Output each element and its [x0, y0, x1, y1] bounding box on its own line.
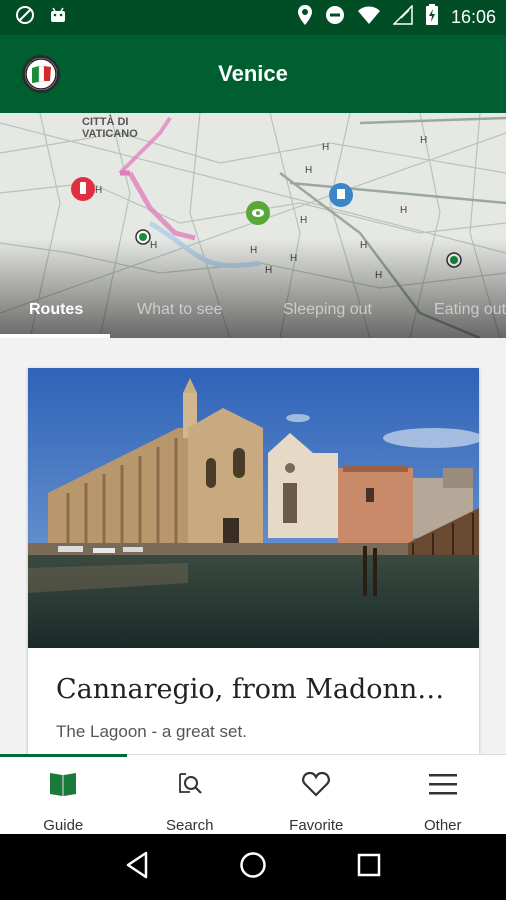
location-icon: [297, 4, 313, 31]
wifi-icon: [357, 5, 381, 30]
home-icon[interactable]: [239, 851, 267, 884]
svg-text:H: H: [322, 142, 329, 153]
bottom-navigation: Guide Search Favorite Other: [0, 754, 506, 834]
svg-text:H: H: [305, 165, 312, 176]
system-nav-bar: [0, 834, 506, 900]
nav-other[interactable]: Other: [380, 755, 506, 834]
back-icon[interactable]: [124, 851, 150, 884]
menu-icon: [428, 769, 458, 799]
content-area[interactable]: Cannaregio, from Madonna... The Lagoon -…: [0, 338, 506, 754]
city-map[interactable]: CITTÀ DI VATICANO HHHH HHHH HHHH: [0, 113, 506, 338]
svg-text:H: H: [300, 215, 307, 226]
nav-search[interactable]: Search: [127, 755, 254, 834]
no-sim-icon: [14, 4, 36, 31]
nav-other-label: Other: [423, 817, 462, 834]
route-card-title[interactable]: Cannaregio, from Madonna...: [56, 674, 456, 705]
sight-marker: [246, 201, 270, 225]
italy-flag-logo[interactable]: [22, 55, 60, 93]
svg-text:H: H: [400, 205, 407, 216]
hotel-marker: [329, 183, 353, 207]
tab-eating-out[interactable]: Eating out: [434, 286, 506, 334]
svg-text:VATICANO: VATICANO: [82, 128, 138, 140]
svg-text:CITTÀ DI: CITTÀ DI: [82, 115, 128, 128]
tab-sleeping-out[interactable]: Sleeping out: [283, 286, 372, 334]
route-card[interactable]: Cannaregio, from Madonna... The Lagoon -…: [28, 368, 479, 754]
tab-routes[interactable]: Routes: [29, 286, 83, 334]
do-not-disturb-icon: [325, 5, 345, 30]
search-icon: [176, 769, 204, 799]
svg-text:H: H: [95, 185, 102, 196]
book-icon: [48, 769, 78, 799]
category-tabs: Routes What to see Sleeping out Eating o…: [0, 286, 506, 338]
svg-text:H: H: [420, 135, 427, 146]
route-card-image: [28, 368, 479, 648]
restaurant-marker: [71, 177, 95, 201]
bottom-nav-indicator: [0, 754, 127, 757]
heart-icon: [302, 769, 331, 799]
app-bar: Venice: [0, 35, 506, 113]
battery-icon: [425, 4, 439, 31]
route-card-subtitle: The Lagoon - a great set.: [56, 722, 247, 741]
recents-icon[interactable]: [356, 852, 382, 883]
nav-guide-label: Guide: [43, 817, 84, 834]
app-title: Venice: [218, 61, 288, 86]
nav-guide[interactable]: Guide: [0, 755, 127, 834]
signal-icon: [392, 4, 413, 30]
android-icon: [48, 5, 68, 30]
nav-search-label: Search: [165, 817, 214, 834]
status-time: 16:06: [450, 7, 496, 27]
status-bar: 16:06: [0, 0, 506, 35]
tab-what-to-see[interactable]: What to see: [137, 286, 222, 334]
nav-favorite-label: Favorite: [289, 817, 344, 834]
nav-favorite[interactable]: Favorite: [253, 755, 380, 834]
